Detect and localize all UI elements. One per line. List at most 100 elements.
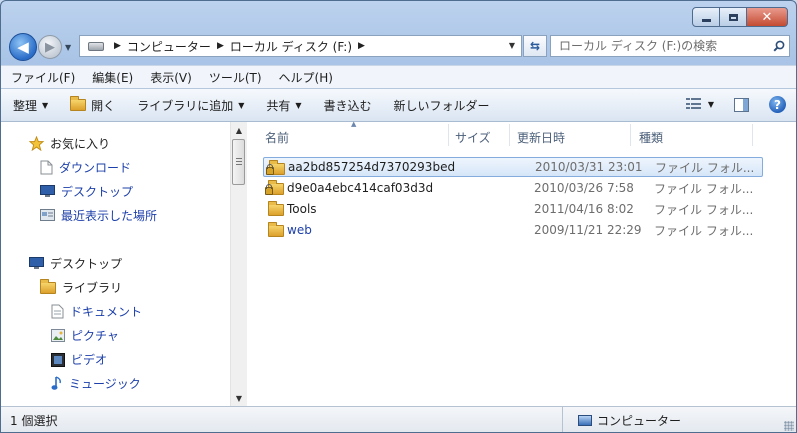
menu-bar: ファイル(F) 編集(E) 表示(V) ツール(T) ヘルプ(H) (1, 65, 796, 88)
address-history-dropdown[interactable]: ▼ (509, 41, 515, 50)
recent-places-icon (40, 209, 55, 221)
address-bar[interactable]: ▶ コンピューター ▶ ローカル ディスク (F:) ▶ ▼ (79, 35, 522, 57)
back-button[interactable]: ◀ (9, 33, 37, 61)
burn-button[interactable]: 書き込む (324, 97, 372, 114)
file-type: ファイル フォル... (655, 160, 755, 175)
scroll-up-arrow[interactable]: ▲ (231, 122, 247, 138)
file-list: ▲ 名前 サイズ 更新日時 種類 aa2bd857254d7370293bed … (247, 120, 796, 406)
menu-view[interactable]: 表示(V) (150, 69, 192, 86)
minimize-icon (701, 18, 711, 22)
back-arrow-icon: ◀ (17, 38, 29, 56)
recent-pages-dropdown[interactable]: ▼ (65, 43, 71, 52)
maximize-button[interactable] (719, 7, 747, 27)
share-button[interactable]: 共有 ▼ (266, 97, 301, 114)
sidebar-item-pictures[interactable]: ピクチャ (51, 327, 119, 344)
add-to-library-button[interactable]: ライブラリに追加 ▼ (137, 97, 244, 114)
sidebar-label: デスクトップ (61, 185, 134, 199)
new-folder-button[interactable]: 新しいフォルダー (394, 97, 490, 114)
status-location: コンピューター (578, 412, 681, 429)
file-type: ファイル フォル... (654, 181, 754, 196)
refresh-button[interactable]: ⇆ (523, 35, 547, 57)
column-divider[interactable] (509, 124, 510, 146)
close-button[interactable]: ✕ (746, 7, 788, 27)
sidebar-item-music[interactable]: ミュージック (51, 375, 141, 392)
share-label: 共有 (266, 98, 291, 113)
folder-icon (268, 201, 284, 216)
chevron-right-icon[interactable]: ▶ (358, 41, 365, 51)
sidebar-item-documents[interactable]: ドキュメント (51, 303, 142, 320)
resize-grip[interactable] (784, 421, 794, 431)
table-row[interactable]: aa2bd857254d7370293bed 2010/03/31 23:01 … (263, 157, 763, 177)
sidebar-item-desktop[interactable]: デスクトップ (29, 255, 122, 272)
menu-file[interactable]: ファイル(F) (11, 69, 75, 86)
navigation-pane: お気に入り ダウンロード デスクトップ 最近表示した場所 デスクトップ ライブラ… (1, 122, 229, 406)
chevron-down-icon: ▼ (42, 100, 49, 110)
close-icon: ✕ (761, 9, 773, 25)
view-options-dropdown[interactable]: ▼ (708, 100, 714, 109)
search-icon[interactable] (769, 40, 789, 52)
sidebar-item-favorites[interactable]: お気に入り (29, 135, 110, 152)
sidebar-label: デスクトップ (50, 257, 123, 271)
sidebar-item-desktop-favorite[interactable]: デスクトップ (40, 183, 133, 200)
content-area: お気に入り ダウンロード デスクトップ 最近表示した場所 デスクトップ ライブラ… (1, 120, 796, 406)
scroll-thumb[interactable] (232, 139, 245, 185)
sidebar-label: ミュージック (69, 377, 141, 391)
scroll-down-arrow[interactable]: ▼ (231, 390, 247, 406)
desktop-icon (40, 185, 55, 197)
open-button[interactable]: 開く (70, 96, 115, 114)
view-details-icon[interactable] (685, 98, 702, 111)
column-header-size[interactable]: サイズ (455, 129, 491, 146)
add-library-label: ライブラリに追加 (137, 98, 234, 113)
maximize-icon (728, 13, 738, 21)
organize-label: 整理 (13, 98, 38, 113)
drive-icon (88, 41, 104, 51)
chevron-down-icon: ▼ (238, 100, 245, 110)
column-header-name[interactable]: 名前 (265, 129, 289, 146)
table-row[interactable]: d9e0a4ebc414caf03d3d 2010/03/26 7:58 ファイ… (263, 178, 763, 198)
sidebar-item-videos[interactable]: ビデオ (51, 351, 107, 368)
organize-button[interactable]: 整理 ▼ (13, 97, 48, 114)
search-box[interactable] (550, 35, 790, 57)
help-icon[interactable]: ? (769, 96, 786, 113)
document-icon (40, 160, 53, 175)
forward-button[interactable]: ▶ (38, 35, 62, 59)
column-header-modified[interactable]: 更新日時 (517, 129, 565, 146)
sidebar-label: ピクチャ (71, 329, 119, 343)
menu-help[interactable]: ヘルプ(H) (279, 69, 333, 86)
music-note-icon (51, 376, 61, 390)
sidebar-item-recent-places[interactable]: 最近表示した場所 (40, 207, 157, 224)
search-input[interactable] (557, 36, 769, 56)
file-date: 2009/11/21 22:29 (534, 223, 642, 237)
column-header-type[interactable]: 種類 (639, 129, 663, 146)
column-divider[interactable] (630, 124, 631, 146)
desktop-icon (29, 257, 44, 269)
new-folder-label: 新しいフォルダー (393, 98, 490, 113)
chevron-right-icon[interactable]: ▶ (114, 41, 121, 51)
chevron-right-icon[interactable]: ▶ (217, 41, 224, 51)
breadcrumb-local-disk[interactable]: ローカル ディスク (F:) (230, 38, 352, 55)
menu-edit[interactable]: 編集(E) (92, 69, 133, 86)
file-name: Tools (287, 202, 317, 216)
column-divider[interactable] (448, 124, 449, 146)
breadcrumb-computer[interactable]: コンピューター (127, 38, 211, 55)
file-type: ファイル フォル... (654, 202, 754, 217)
sidebar-item-libraries[interactable]: ライブラリ (40, 278, 122, 296)
status-location-label: コンピューター (597, 414, 682, 428)
minimize-button[interactable] (692, 7, 720, 27)
menu-tools[interactable]: ツール(T) (209, 69, 262, 86)
forward-arrow-icon: ▶ (45, 39, 55, 55)
navigation-pane-scrollbar[interactable]: ▲ ▼ (230, 122, 247, 406)
sidebar-label: お気に入り (50, 137, 111, 151)
file-date: 2010/03/26 7:58 (534, 181, 634, 195)
table-row[interactable]: web 2009/11/21 22:29 ファイル フォル... (263, 220, 763, 240)
navigation-bar: ◀ ▶ ▼ ▶ コンピューター ▶ ローカル ディスク (F:) ▶ ▼ ⇆ (9, 33, 790, 61)
refresh-icon: ⇆ (529, 39, 541, 53)
table-row[interactable]: Tools 2011/04/16 8:02 ファイル フォル... (263, 199, 763, 219)
library-folder-icon (40, 278, 56, 294)
sidebar-label: 最近表示した場所 (61, 209, 158, 223)
column-divider[interactable] (752, 124, 753, 146)
sidebar-item-downloads[interactable]: ダウンロード (40, 159, 131, 176)
explorer-window: ✕ ◀ ▶ ▼ ▶ コンピューター ▶ ローカル ディスク (F:) ▶ ▼ ⇆… (0, 0, 797, 433)
file-date: 2011/04/16 8:02 (534, 202, 634, 216)
preview-pane-icon[interactable] (734, 97, 749, 112)
